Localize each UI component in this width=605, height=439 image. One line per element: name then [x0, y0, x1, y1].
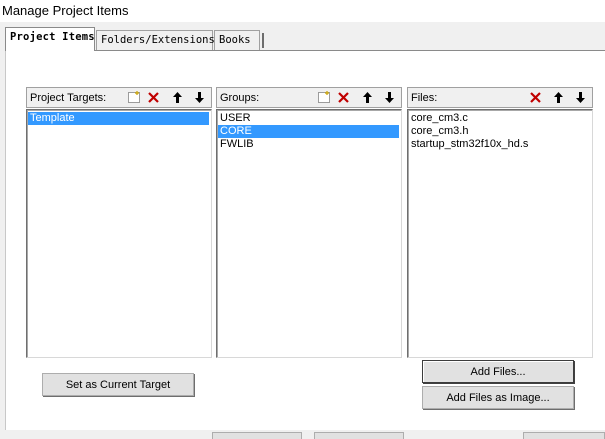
new-target-button[interactable]: [124, 89, 143, 106]
groups-header: Groups:: [216, 87, 402, 108]
tab-folders-extensions[interactable]: Folders/Extensions: [96, 30, 215, 50]
delete-group-button[interactable]: [334, 89, 353, 106]
delete-icon: [338, 92, 349, 103]
new-group-button[interactable]: [314, 89, 333, 106]
list-item[interactable]: FWLIB: [218, 138, 399, 151]
cancel-button[interactable]: [314, 432, 404, 439]
delete-icon: [530, 92, 541, 103]
list-item[interactable]: Template: [28, 112, 209, 125]
window-title: Manage Project Items: [2, 3, 129, 18]
files-label: Files:: [411, 92, 438, 104]
move-down-icon: [385, 92, 394, 103]
title-bar: Manage Project Items: [0, 0, 605, 22]
move-up-icon: [554, 92, 563, 103]
tab-project-items[interactable]: Project Items: [5, 27, 95, 51]
move-down-icon: [195, 92, 204, 103]
move-file-up-button[interactable]: [549, 89, 568, 106]
move-target-down-button[interactable]: [190, 89, 209, 106]
delete-file-button[interactable]: [526, 89, 545, 106]
targets-list[interactable]: Template: [26, 109, 212, 358]
delete-target-button[interactable]: [144, 89, 163, 106]
files-header: Files:: [407, 87, 593, 108]
move-up-icon: [363, 92, 372, 103]
list-item[interactable]: USER: [218, 112, 399, 125]
move-group-up-button[interactable]: [358, 89, 377, 106]
delete-icon: [148, 92, 159, 103]
groups-list[interactable]: USER CORE FWLIB: [216, 109, 402, 358]
list-item[interactable]: CORE: [218, 125, 399, 138]
add-files-button[interactable]: Add Files...: [422, 360, 574, 383]
targets-label: Project Targets:: [30, 92, 107, 104]
list-item[interactable]: core_cm3.c: [409, 112, 592, 125]
new-icon: [127, 91, 140, 103]
set-current-target-button[interactable]: Set as Current Target: [42, 373, 194, 396]
tab-books[interactable]: Books: [214, 30, 260, 50]
add-files-as-image-button[interactable]: Add Files as Image...: [422, 386, 574, 409]
tab-strip-separator: [262, 33, 264, 48]
new-icon: [317, 91, 330, 103]
help-button[interactable]: [523, 432, 605, 439]
move-up-icon: [173, 92, 182, 103]
list-item[interactable]: core_cm3.h: [409, 125, 592, 138]
groups-label: Groups:: [220, 92, 260, 104]
move-file-down-button[interactable]: [571, 89, 590, 106]
ok-button[interactable]: [212, 432, 302, 439]
list-item[interactable]: startup_stm32f10x_hd.s: [409, 138, 592, 151]
move-target-up-button[interactable]: [168, 89, 187, 106]
targets-header: Project Targets:: [26, 87, 212, 108]
files-list[interactable]: core_cm3.c core_cm3.h startup_stm32f10x_…: [407, 109, 593, 358]
move-down-icon: [576, 92, 585, 103]
move-group-down-button[interactable]: [380, 89, 399, 106]
